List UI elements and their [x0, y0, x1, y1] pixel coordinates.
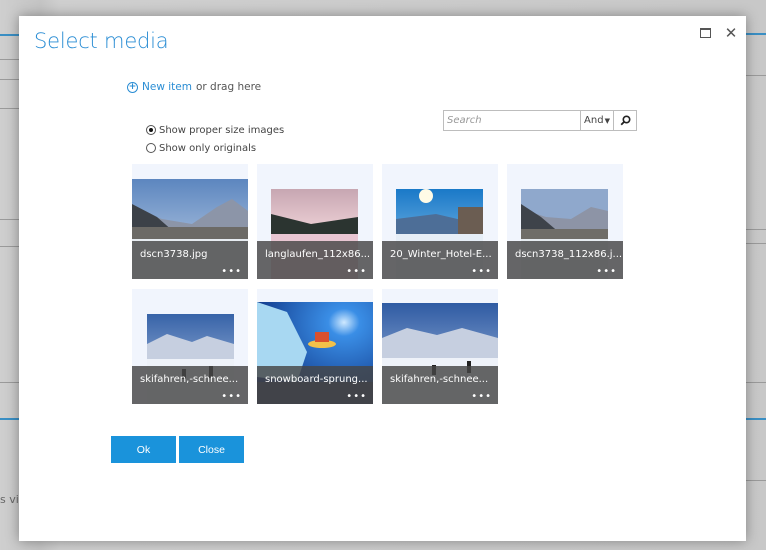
radio-proper-size[interactable]	[146, 125, 156, 135]
close-button[interactable]: Close	[179, 436, 244, 463]
more-options-icon[interactable]: •••	[221, 392, 242, 402]
drag-hint: or drag here	[195, 81, 262, 93]
tile-caption: skifahren,-schnee... •••	[132, 366, 248, 404]
media-tile[interactable]: snowboard-sprung... •••	[257, 289, 373, 404]
dialog-title: Select media	[34, 29, 169, 53]
bg-divider	[746, 229, 766, 230]
bg-divider	[746, 243, 766, 244]
tile-caption: 20_Winter_Hotel-E... •••	[382, 241, 498, 279]
media-tile[interactable]: langlaufen_112x86... •••	[257, 164, 373, 279]
media-tile[interactable]: skifahren,-schnee... •••	[382, 289, 498, 404]
close-icon[interactable]: ✕	[724, 26, 738, 41]
option-label: Show proper size images	[159, 124, 285, 136]
media-name: snowboard-sprung...	[265, 374, 368, 385]
bg-divider	[746, 480, 766, 481]
tile-caption: skifahren,-schnee... •••	[382, 366, 498, 404]
search-icon	[620, 115, 631, 126]
bg-divider	[0, 246, 19, 247]
option-proper-size[interactable]: Show proper size images	[146, 121, 284, 139]
operator-value: And	[584, 115, 604, 126]
bg-divider	[0, 34, 19, 36]
select-media-dialog: Select media ✕ + New itemor drag here And…	[19, 16, 746, 541]
bg-divider	[0, 59, 19, 60]
media-name: dscn3738_112x86.j...	[515, 249, 623, 260]
search-button[interactable]	[613, 111, 636, 130]
tile-caption: snowboard-sprung... •••	[257, 366, 373, 404]
media-tile[interactable]: skifahren,-schnee... •••	[132, 289, 248, 404]
media-name: dscn3738.jpg	[140, 249, 208, 260]
radio-originals[interactable]	[146, 143, 156, 153]
caret-down-icon: ▼	[604, 116, 610, 125]
bg-divider	[0, 108, 19, 109]
media-name: skifahren,-schnee...	[140, 374, 239, 385]
tile-caption: dscn3738.jpg •••	[132, 241, 248, 279]
media-tile[interactable]: dscn3738.jpg •••	[132, 164, 248, 279]
media-name: langlaufen_112x86...	[265, 249, 371, 260]
tile-caption: langlaufen_112x86... •••	[257, 241, 373, 279]
bg-divider	[0, 219, 19, 220]
more-options-icon[interactable]: •••	[346, 392, 367, 402]
size-options: Show proper size images Show only origin…	[146, 121, 284, 157]
more-options-icon[interactable]: •••	[346, 267, 367, 277]
bg-divider	[746, 418, 766, 420]
search-input[interactable]	[444, 111, 580, 130]
upload-area[interactable]: + New item or drag here	[127, 81, 261, 93]
more-options-icon[interactable]: •••	[596, 267, 617, 277]
search-bar: And▼	[443, 110, 637, 131]
bg-divider	[746, 382, 766, 383]
more-options-icon[interactable]: •••	[471, 267, 492, 277]
maximize-icon[interactable]	[699, 26, 713, 40]
bg-divider	[746, 33, 766, 35]
bg-divider	[0, 382, 19, 383]
media-name: 20_Winter_Hotel-E...	[390, 249, 492, 260]
plus-circle-icon: +	[127, 81, 138, 93]
new-item-link[interactable]: New item	[142, 81, 192, 93]
ok-button[interactable]: Ok	[111, 436, 176, 463]
option-originals[interactable]: Show only originals	[146, 139, 284, 157]
media-tile[interactable]: 20_Winter_Hotel-E... •••	[382, 164, 498, 279]
option-label: Show only originals	[159, 142, 257, 154]
tile-caption: dscn3738_112x86.j... •••	[507, 241, 623, 279]
more-options-icon[interactable]: •••	[471, 392, 492, 402]
more-options-icon[interactable]: •••	[221, 267, 242, 277]
bg-divider	[0, 418, 19, 420]
operator-dropdown[interactable]: And ▼	[580, 111, 613, 130]
bg-divider	[0, 79, 19, 80]
media-tile[interactable]: dscn3738_112x86.j... •••	[507, 164, 623, 279]
media-name: skifahren,-schnee...	[390, 374, 489, 385]
bg-divider	[746, 75, 766, 76]
